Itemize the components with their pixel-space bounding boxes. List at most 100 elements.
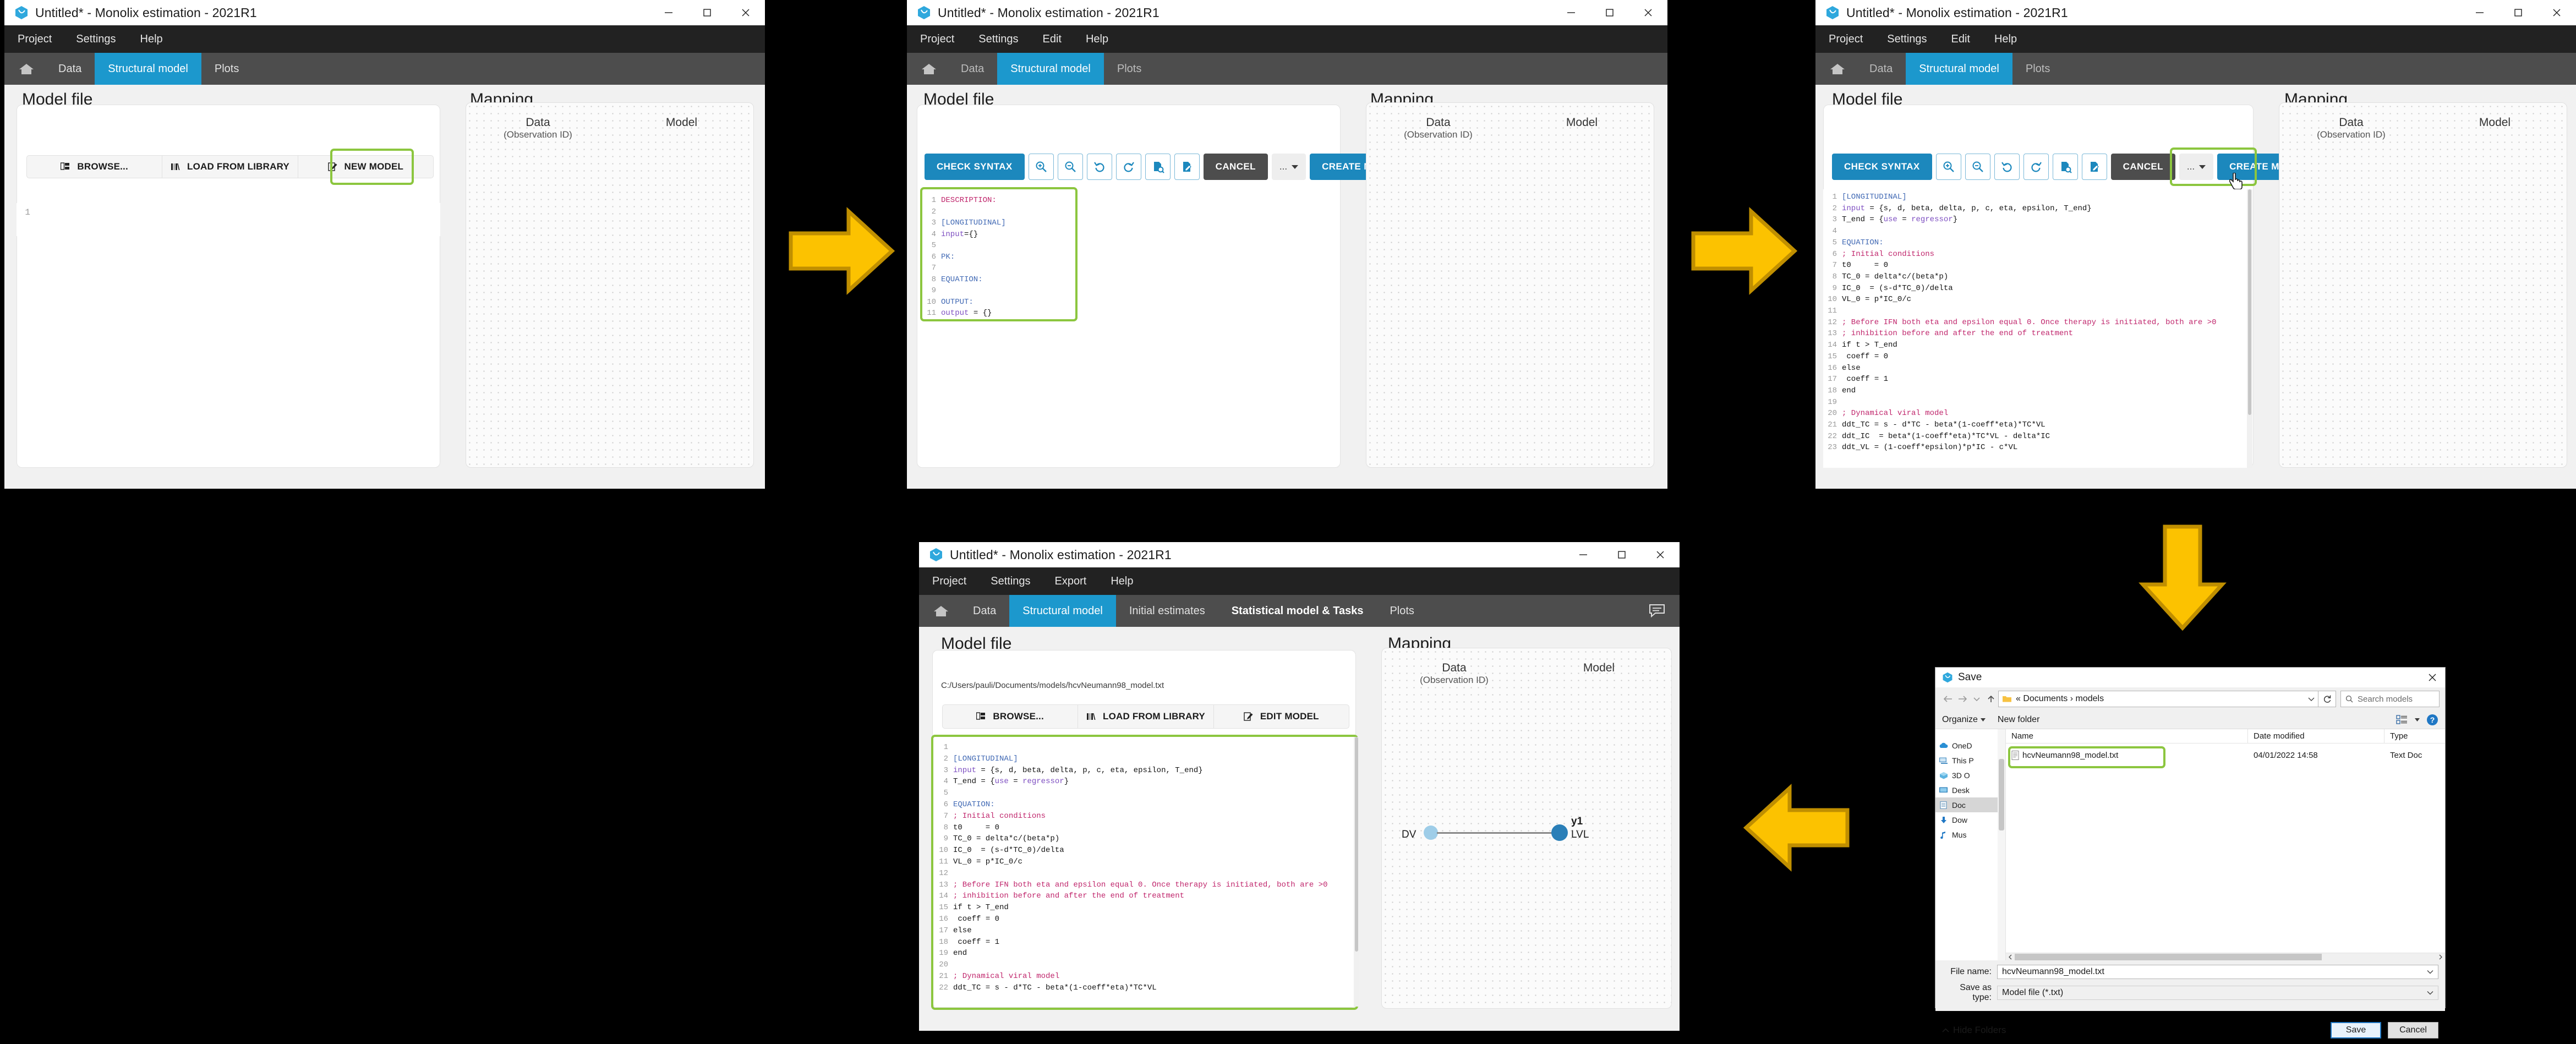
mapping-model-node[interactable] xyxy=(1551,824,1568,841)
menu-item-project[interactable]: Project xyxy=(920,33,954,46)
save-as-type-select[interactable]: Model file (*.txt) xyxy=(1997,986,2438,1000)
hscrollbar-thumb[interactable] xyxy=(2015,953,2322,960)
maximize-icon[interactable] xyxy=(2499,0,2537,25)
zoom-out-icon[interactable] xyxy=(1965,154,1990,180)
zoom-in-icon[interactable] xyxy=(1028,154,1054,180)
undo-icon[interactable] xyxy=(1994,154,2020,180)
document-search-icon[interactable] xyxy=(2052,154,2078,180)
minimize-icon[interactable] xyxy=(1552,0,1590,25)
maximize-icon[interactable] xyxy=(1590,0,1629,25)
hscroll-left-icon[interactable] xyxy=(2006,954,2015,960)
redo-icon[interactable] xyxy=(1115,154,1141,180)
menu-item-help[interactable]: Help xyxy=(1994,33,2017,46)
code-editor[interactable]: 1 DESCRIPTION: 2 3 [LONGITUDINAL] 4 input={} 5 6… xyxy=(925,192,1074,317)
tab-plots[interactable]: Plots xyxy=(1104,53,1155,85)
column-header-name[interactable]: Name xyxy=(2006,729,2248,743)
nav-item-3d-objects[interactable]: 3D O xyxy=(1935,768,2005,783)
maximize-icon[interactable] xyxy=(1603,542,1641,567)
tab-statistical-model-tasks[interactable]: Statistical model & Tasks xyxy=(1218,595,1377,627)
menu-item-settings[interactable]: Settings xyxy=(1887,33,1927,46)
nav-item-onedrive[interactable]: OneD xyxy=(1935,738,2005,753)
organize-button[interactable]: Organize xyxy=(1942,715,1986,725)
tab-home[interactable] xyxy=(907,53,948,85)
scrollbar-thumb[interactable] xyxy=(2248,189,2251,415)
tab-data[interactable]: Data xyxy=(960,595,1009,627)
tab-data[interactable]: Data xyxy=(45,53,95,85)
cancel-button[interactable]: Cancel xyxy=(2388,1022,2438,1038)
menu-item-project[interactable]: Project xyxy=(932,575,966,588)
chevron-down-icon[interactable] xyxy=(2427,988,2433,998)
new-model-button[interactable]: NEW MODEL xyxy=(298,156,433,178)
nav-item-desktop[interactable]: Desk xyxy=(1935,783,2005,797)
navpane-scrollbar[interactable] xyxy=(1998,729,2005,960)
tab-plots[interactable]: Plots xyxy=(1376,595,1427,627)
code-editor[interactable]: 1 [LONGITUDINAL] 2 input = {s, d, beta, del… xyxy=(1823,189,2247,468)
menu-item-help[interactable]: Help xyxy=(1086,33,1108,46)
browse-button[interactable]: BROWSE... xyxy=(27,156,163,178)
scrollbar-thumb[interactable] xyxy=(1999,759,2004,830)
forward-icon[interactable] xyxy=(1955,691,1970,707)
address-bar[interactable]: « Documents › models xyxy=(1998,691,2318,707)
editor-scrollbar[interactable] xyxy=(2247,189,2252,468)
browse-button[interactable]: BROWSE... xyxy=(943,705,1079,728)
close-icon[interactable] xyxy=(1629,0,1667,25)
more-options-button[interactable]: ... xyxy=(2179,154,2214,180)
edit-model-button[interactable]: EDIT MODEL xyxy=(1214,705,1349,728)
tab-structural-model[interactable]: Structural model xyxy=(1009,595,1116,627)
document-edit-icon[interactable] xyxy=(2081,154,2107,180)
menu-item-edit[interactable]: Edit xyxy=(1951,33,1970,46)
chevron-down-icon[interactable] xyxy=(2308,697,2315,702)
minimize-icon[interactable] xyxy=(1564,542,1603,567)
tab-initial-estimates[interactable]: Initial estimates xyxy=(1116,595,1218,627)
document-edit-icon[interactable] xyxy=(1174,154,1200,180)
menu-item-settings[interactable]: Settings xyxy=(76,33,116,46)
new-folder-button[interactable]: New folder xyxy=(1998,715,2039,725)
chevron-down-icon[interactable] xyxy=(2427,967,2433,977)
tab-structural-model[interactable]: Structural model xyxy=(95,53,201,85)
column-header-date[interactable]: Date modified xyxy=(2248,729,2384,743)
redo-icon[interactable] xyxy=(2023,154,2049,180)
check-syntax-button[interactable]: CHECK SYNTAX xyxy=(1832,154,1932,180)
minimize-icon[interactable] xyxy=(649,0,688,25)
up-icon[interactable] xyxy=(1984,691,1998,707)
code-editor[interactable]: 1 2 [LONGITUDINAL] 3 input = {s, d, beta, de… xyxy=(934,739,1354,1007)
help-icon[interactable]: ? xyxy=(2426,714,2438,726)
tab-plots[interactable]: Plots xyxy=(201,53,252,85)
hscroll-right-icon[interactable] xyxy=(2436,954,2445,960)
menu-item-export[interactable]: Export xyxy=(1055,575,1087,588)
menu-item-settings[interactable]: Settings xyxy=(991,575,1030,588)
mapping-dv-node[interactable] xyxy=(1424,826,1438,840)
menu-item-project[interactable]: Project xyxy=(18,33,52,46)
nav-item-downloads[interactable]: Dow xyxy=(1935,812,2005,827)
back-icon[interactable] xyxy=(1941,691,1955,707)
tab-home[interactable] xyxy=(4,53,45,85)
close-icon[interactable] xyxy=(2420,668,2445,687)
zoom-in-icon[interactable] xyxy=(1935,154,1961,180)
column-header-type[interactable]: Type xyxy=(2384,729,2445,743)
document-search-icon[interactable] xyxy=(1145,154,1171,180)
cancel-button[interactable]: CANCEL xyxy=(2110,154,2175,180)
nav-item-this-pc[interactable]: This P xyxy=(1935,753,2005,768)
comment-icon[interactable] xyxy=(1649,604,1665,618)
load-from-library-button[interactable]: LOAD FROM LIBRARY xyxy=(1078,705,1214,728)
file-name-cell[interactable]: hcvNeumann98_model.txt xyxy=(2006,748,2248,762)
undo-icon[interactable] xyxy=(1086,154,1112,180)
menu-item-edit[interactable]: Edit xyxy=(1043,33,1062,46)
table-row[interactable]: hcvNeumann98_model.txt 04/01/2022 14:58 … xyxy=(2006,748,2445,762)
menu-item-project[interactable]: Project xyxy=(1829,33,1863,46)
code-editor[interactable]: 1 xyxy=(17,203,440,236)
tab-plots[interactable]: Plots xyxy=(2012,53,2063,85)
tab-data[interactable]: Data xyxy=(1856,53,1906,85)
nav-item-music[interactable]: Mus xyxy=(1935,827,2005,842)
load-from-library-button[interactable]: LOAD FROM LIBRARY xyxy=(162,156,298,178)
menu-item-help[interactable]: Help xyxy=(140,33,163,46)
close-icon[interactable] xyxy=(726,0,765,25)
hide-folders-button[interactable]: Hide Folders xyxy=(1942,1025,2006,1036)
minimize-icon[interactable] xyxy=(2460,0,2499,25)
menu-item-help[interactable]: Help xyxy=(1111,575,1133,588)
navigation-pane[interactable]: OneD This P 3D O Desk Doc Dow Mus xyxy=(1935,729,2006,960)
nav-item-documents[interactable]: Doc xyxy=(1935,797,2005,812)
chevron-down-icon[interactable] xyxy=(2415,718,2420,721)
tab-data[interactable]: Data xyxy=(948,53,997,85)
tab-home[interactable] xyxy=(1815,53,1856,85)
